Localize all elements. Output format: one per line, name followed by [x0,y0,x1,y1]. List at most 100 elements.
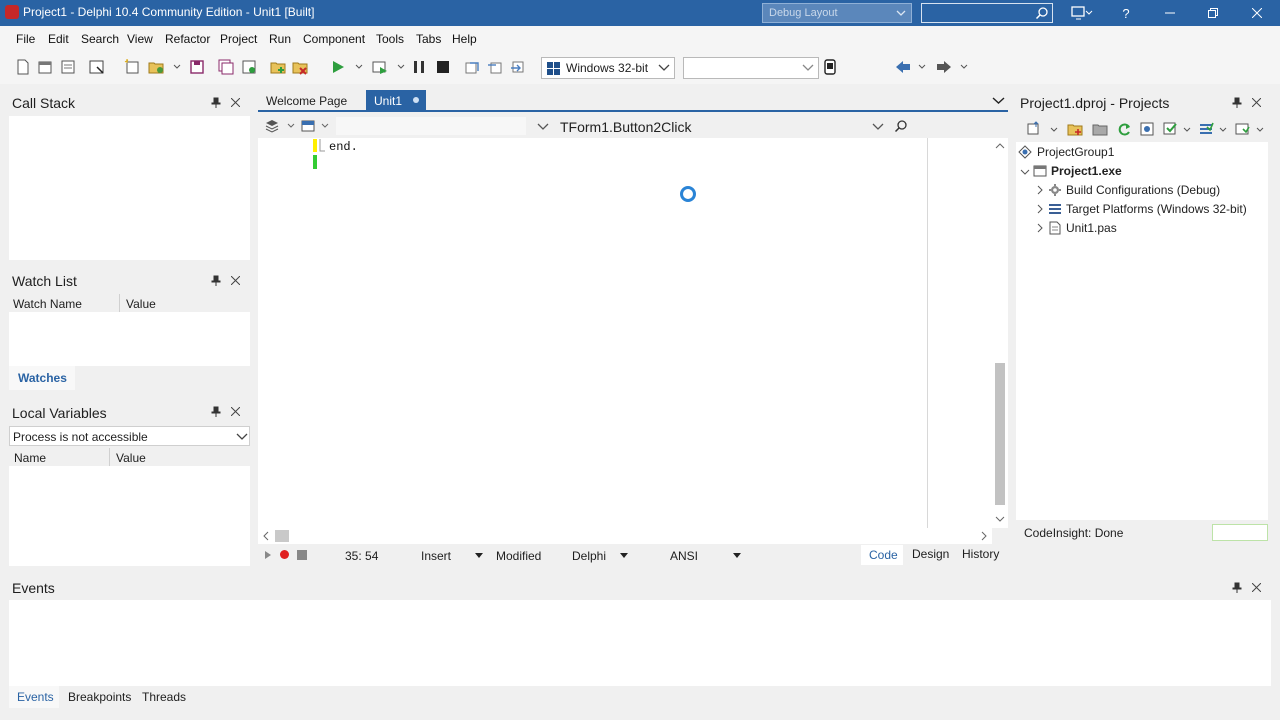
tab-design[interactable]: Design [912,547,949,561]
encoding-status[interactable]: ANSI [670,549,698,563]
horizontal-scrollbar[interactable] [258,528,992,544]
layout-switch-button[interactable] [1062,0,1102,26]
tab-breakpoints[interactable]: Breakpoints [68,690,131,704]
chevron-right-icon[interactable] [980,531,988,541]
stack-icon[interactable] [264,118,280,134]
device-combo[interactable] [683,57,819,79]
menu-file[interactable]: File [16,32,35,46]
play-macro-icon[interactable] [264,550,272,560]
chevron-down-icon[interactable] [1050,127,1058,133]
close-icon[interactable] [1252,98,1261,107]
device-manager-icon[interactable] [822,59,838,75]
column-header-name[interactable]: Name [14,451,46,465]
scope-combo[interactable] [336,117,526,135]
chevron-down-icon[interactable] [872,122,884,131]
open-folder-icon[interactable] [148,59,164,75]
open-file-icon[interactable] [89,59,105,75]
sync-icon[interactable] [1026,121,1042,137]
chevron-left-icon[interactable] [262,531,270,541]
tab-events[interactable]: Events [9,686,59,708]
restore-button[interactable] [1193,0,1233,26]
column-divider[interactable] [119,294,120,312]
chevron-up-icon[interactable] [995,142,1005,150]
run-without-debugging-icon[interactable] [372,59,388,75]
new-file-icon[interactable] [15,59,31,75]
record-macro-icon[interactable] [279,549,290,560]
navigate-forward-icon[interactable] [936,59,952,75]
target-platform-combo[interactable]: Windows 32-bit [541,57,675,79]
remove-from-project-icon[interactable] [292,59,308,75]
chevron-down-icon[interactable] [1256,127,1264,133]
pin-icon[interactable] [211,97,221,109]
chevron-down-icon[interactable] [918,64,926,70]
chevron-down-icon[interactable] [173,64,181,70]
close-icon[interactable] [1252,583,1261,592]
stop-icon[interactable] [435,59,451,75]
close-button[interactable] [1237,0,1277,26]
class-browser-icon[interactable] [300,118,316,134]
column-header-value[interactable]: Value [126,297,156,311]
tab-watches[interactable]: Watches [9,366,75,390]
column-header-watch-name[interactable]: Watch Name [13,297,82,311]
chevron-down-icon[interactable] [960,64,968,70]
language-status[interactable]: Delphi [572,549,606,563]
pin-icon[interactable] [1232,97,1242,109]
close-icon[interactable] [231,276,240,285]
close-icon[interactable] [231,98,240,107]
horizontal-scroll-thumb[interactable] [275,530,289,542]
column-header-value[interactable]: Value [116,451,146,465]
minimize-button[interactable] [1150,0,1190,26]
caret-down-icon[interactable] [475,553,483,558]
pause-icon[interactable] [411,59,427,75]
column-divider[interactable] [109,448,110,466]
menu-component[interactable]: Component [303,32,365,46]
project-tree[interactable]: ProjectGroup1 Project1.exe Build Configu… [1016,142,1268,520]
save-project-icon[interactable] [241,59,257,75]
menu-tabs[interactable]: Tabs [416,32,441,46]
insert-mode[interactable]: Insert [421,549,451,563]
caret-down-icon[interactable] [620,553,628,558]
tab-unit1[interactable]: Unit1 [366,90,426,110]
run-to-cursor-icon[interactable] [510,59,526,75]
stacked-layers-icon[interactable] [1198,121,1214,137]
tab-threads[interactable]: Threads [142,690,186,704]
menu-project[interactable]: Project [220,32,257,46]
menu-run[interactable]: Run [269,32,291,46]
chevron-down-icon[interactable] [995,515,1005,523]
chevron-down-icon[interactable] [355,64,363,70]
menu-tools[interactable]: Tools [376,32,404,46]
chevron-right-icon[interactable] [1036,185,1044,195]
caret-down-icon[interactable] [733,553,741,558]
build-icon[interactable] [1162,121,1178,137]
view-icon[interactable] [1234,121,1250,137]
add-folder-icon[interactable] [1067,121,1083,137]
chevron-down-icon[interactable] [1020,168,1030,176]
chevron-down-icon[interactable] [321,123,329,129]
chevron-down-icon[interactable] [1183,127,1191,133]
process-select[interactable]: Process is not accessible [9,426,250,446]
chevron-down-icon[interactable] [992,96,1005,105]
new-items-icon[interactable] [37,59,53,75]
stop-macro-icon[interactable] [297,550,307,560]
menu-edit[interactable]: Edit [48,32,69,46]
chevron-down-icon[interactable] [537,122,549,131]
open-project-icon[interactable] [60,59,76,75]
tab-history[interactable]: History [962,547,999,561]
method-combo-value[interactable]: TForm1.Button2Click [560,119,691,135]
call-stack-list[interactable] [9,116,250,260]
code-editor[interactable] [258,138,1008,528]
save-all-icon[interactable] [218,59,234,75]
refresh-icon[interactable] [1116,121,1132,137]
events-log[interactable] [9,600,1271,686]
local-variables-list[interactable] [9,466,250,566]
watch-list-body[interactable] [9,312,250,366]
pin-icon[interactable] [1232,582,1242,594]
search-icon[interactable] [894,119,908,133]
add-to-project-icon[interactable] [270,59,286,75]
run-icon[interactable] [330,59,346,75]
chevron-right-icon[interactable] [1036,223,1044,233]
help-button[interactable]: ? [1106,0,1146,26]
tab-code[interactable]: Code [861,545,903,565]
close-icon[interactable] [231,407,240,416]
vertical-scroll-thumb[interactable] [995,363,1005,505]
